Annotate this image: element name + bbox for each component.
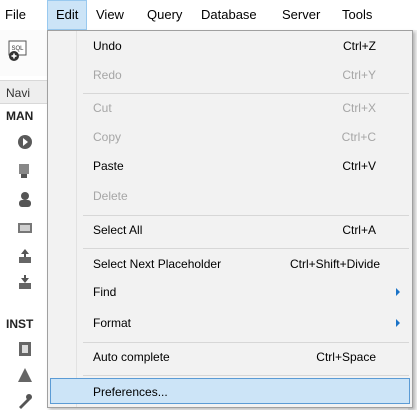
menu-item-label: Select Next Placeholder — [93, 257, 222, 271]
section-instance: INST — [6, 317, 34, 331]
options-file-icon[interactable] — [16, 392, 34, 410]
menu-item-select-all[interactable]: Select All Ctrl+A — [50, 217, 410, 243]
client-connections-icon[interactable] — [16, 162, 34, 180]
menu-item-label: Cut — [93, 101, 112, 115]
submenu-arrow-icon — [396, 319, 400, 327]
menu-tools[interactable]: Tools — [342, 0, 372, 30]
menu-item-label: Undo — [93, 39, 122, 53]
menu-item-label: Delete — [93, 189, 128, 203]
menu-item-shortcut: Ctrl+C — [341, 130, 376, 144]
menu-item-label: Find — [93, 285, 117, 299]
menu-item-shortcut: Ctrl+Z — [343, 39, 376, 53]
new-sql-tab-icon[interactable]: SQL — [8, 40, 28, 62]
menu-item-shortcut: Ctrl+Y — [342, 68, 376, 82]
menu-item-label: Copy — [93, 130, 122, 144]
menu-item-cut[interactable]: Cut Ctrl+X — [50, 95, 410, 121]
menu-view[interactable]: View — [96, 0, 124, 30]
menu-item-shortcut: Ctrl+X — [342, 101, 376, 115]
menu-database[interactable]: Database — [201, 0, 257, 30]
menu-item-select-next-placeholder[interactable]: Select Next Placeholder Ctrl+Shift+Divid… — [50, 251, 410, 277]
menu-item-label: Select All — [93, 223, 143, 237]
menu-bar: File Edit View Query Database Server Too… — [0, 0, 417, 31]
menu-file[interactable]: File — [5, 0, 26, 30]
menu-server[interactable]: Server — [282, 0, 320, 30]
menu-separator — [83, 93, 409, 94]
data-export-icon[interactable] — [16, 247, 34, 265]
menu-item-label: Paste — [93, 159, 124, 173]
menu-separator — [83, 248, 409, 249]
menu-item-auto-complete[interactable]: Auto complete Ctrl+Space — [50, 344, 410, 370]
submenu-arrow-icon — [396, 288, 400, 296]
menu-item-copy[interactable]: Copy Ctrl+C — [50, 124, 410, 150]
server-logs-icon[interactable] — [16, 366, 34, 384]
menu-item-label: Preferences... — [93, 385, 168, 399]
menu-item-shortcut: Ctrl+Space — [316, 350, 376, 364]
server-status-icon[interactable] — [16, 133, 34, 151]
data-import-icon[interactable] — [16, 273, 34, 291]
startup-shutdown-icon[interactable] — [16, 340, 34, 358]
menu-item-shortcut: Ctrl+V — [342, 159, 376, 173]
menu-item-shortcut: Ctrl+A — [342, 223, 376, 237]
menu-item-find[interactable]: Find — [50, 279, 410, 305]
status-variables-icon[interactable] — [16, 220, 34, 238]
menu-query[interactable]: Query — [147, 0, 182, 30]
menu-item-preferences[interactable]: Preferences... — [50, 378, 410, 404]
menu-item-label: Auto complete — [93, 350, 170, 364]
edit-menu-dropdown: Undo Ctrl+Z Redo Ctrl+Y Cut Ctrl+X Copy … — [47, 30, 413, 408]
menu-item-format[interactable]: Format — [50, 310, 410, 336]
menu-item-label: Redo — [93, 68, 122, 82]
menu-separator — [83, 375, 409, 376]
menu-item-delete[interactable]: Delete — [50, 183, 410, 209]
menu-separator — [83, 342, 409, 343]
menu-item-paste[interactable]: Paste Ctrl+V — [50, 153, 410, 179]
menu-edit[interactable]: Edit — [47, 0, 88, 30]
menu-item-redo[interactable]: Redo Ctrl+Y — [50, 62, 410, 88]
users-privileges-icon[interactable] — [16, 190, 34, 208]
menu-item-shortcut: Ctrl+Shift+Divide — [289, 257, 380, 271]
menu-item-label: Format — [93, 316, 132, 330]
menu-separator — [83, 215, 409, 216]
menu-item-undo[interactable]: Undo Ctrl+Z — [50, 33, 410, 59]
section-management: MAN — [6, 109, 34, 123]
